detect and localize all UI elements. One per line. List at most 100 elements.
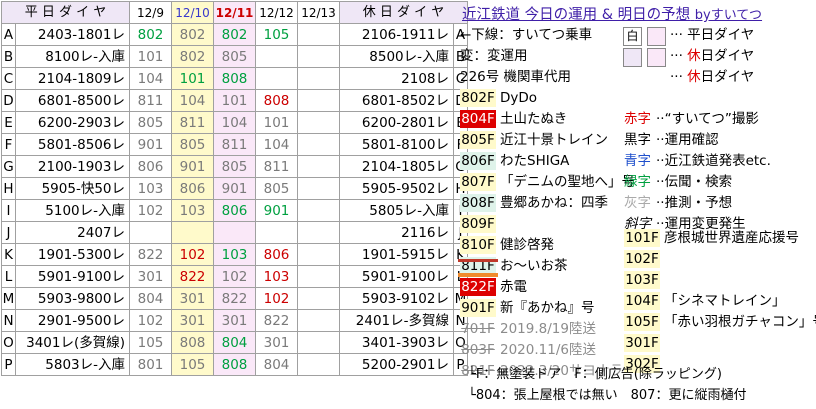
table-row: G2100-1903レ8069018058112104-1805レG [1,155,468,178]
legend-key-pink2 [647,48,666,67]
holiday-diagram: 6801-8502レ [339,89,454,112]
weekday-diagram: 2901-9500レ [15,309,130,332]
color-legend-text: ··近江鉄道発表etc. [656,153,771,169]
holiday-diagram: 1901-5915レ [339,243,454,266]
holiday-diagram: 5805レ-入庫 [339,199,454,222]
train-name: 「デニムの聖地へ」号 [500,174,635,190]
row-letter: L [1,265,16,288]
day-value [171,221,214,244]
train-name: 「シネマトレイン」 [664,293,786,309]
day-value: 105 [129,331,172,354]
day-value: 808 [255,89,298,112]
day-value: 901 [171,155,214,178]
row-letter: G [1,155,16,178]
weekday-header: 平 日 ダ イ ヤ [1,1,130,24]
legend-key-white: 白 [623,27,642,46]
table-body: A 2403-1801レ 802 802 802 105 2106-1911レ A B 8100レ… [1,23,468,376]
table-row: I5100レ-入庫1021038069015805レ-入庫I [1,199,468,222]
day-value: 301 [129,265,172,288]
legend-change-note: 変：変運用 [460,48,528,64]
day-value: 806 [213,199,256,222]
color-legend-key: 黒字 [624,132,651,148]
day-value: 802 [213,23,256,46]
train-name: わたSHIGA [500,153,570,169]
color-legend-key: 灰字 [624,195,651,211]
day-value: 805 [129,111,172,134]
train-number: 102F [624,250,660,268]
day-value: 822 [129,243,172,266]
row-letter: C [1,67,16,90]
legend-loco-note: 226号 機関車代用 [460,69,572,85]
day-value: 105 [171,353,214,376]
highlight-bar [458,259,498,262]
table-row: J2407レ2116レJ [1,221,468,244]
holiday-diagram: 2116レ [339,221,454,244]
legend-key-pink [647,27,666,46]
legend-key-text: ··· 平日ダイヤ [670,27,755,43]
row-letter: N [1,309,16,332]
day-value [297,111,340,134]
day-value [297,45,340,68]
train-number: 301F [624,334,660,352]
train-name: 赤電 [500,279,527,295]
day-value: 103 [255,265,298,288]
day-value [255,67,298,90]
holiday-diagram: 6200-2801レ [339,111,454,134]
weekday-diagram: 6200-2903レ [15,111,130,134]
day-value: 806 [171,177,214,200]
weekday-diagram: 2100-1903レ [15,155,130,178]
table-row: E6200-2903レ8058111041016200-2801レE [1,111,468,134]
table-row: N 2901-9500レ 102 301 301 822 2401レ-多賀線 N [1,309,468,332]
row-letter: O [1,331,16,354]
row-letter: D [1,89,16,112]
row-letter: E [1,111,16,134]
row-letter: F [1,133,16,156]
day-value: 901 [129,133,172,156]
table-row: O 3401レ(多賀線) 105 808 804 301 3401-3903レ O [1,331,468,354]
table-row: H5905-快50レ1038069018055905-9502レH [1,177,468,200]
holiday-diagram: 3401-3903レ [339,331,454,354]
train-name: 彦根城世界遺産応援号 [664,230,799,246]
day-value [297,309,340,332]
day-value: 822 [213,287,256,310]
train-name: 「赤い羽根ガチャコン」号 [664,314,816,330]
day-value [297,243,340,266]
day-value: 801 [129,353,172,376]
day-value: 808 [171,331,214,354]
train-name: お～いお茶 [500,258,568,274]
holiday-diagram: 5903-9102レ [339,287,454,310]
page-title[interactable]: 近江鉄道 今日の運用 & 明日の予想 byすいてつ [462,3,762,24]
day-value: 804 [129,287,172,310]
weekday-diagram: 8100レ-入庫 [15,45,130,68]
day-value: 301 [171,287,214,310]
color-legend-text: ··運用確認 [656,132,719,148]
day-value [297,89,340,112]
holiday-header: 休 日 ダ イ ヤ [339,1,468,24]
page: 平 日 ダ イ ヤ 12/9 12/10 12/11 12/12 12/13 休… [0,0,816,409]
day-value: 822 [171,265,214,288]
day-value: 804 [255,353,298,376]
train-number: 822F [460,278,496,296]
day-value [297,265,340,288]
day-value: 808 [213,67,256,90]
train-name: 2019.8/19陸送 [500,321,596,337]
table-row: D6801-8500レ8111041018086801-8502レD [1,89,468,112]
color-legend-text: ··推測・予想 [656,195,733,211]
table-row: L5901-9100レ3018221021035901-9100レL [1,265,468,288]
holiday-diagram: 8500レ-入庫 [339,45,454,68]
day-value: 101 [213,89,256,112]
day-value [213,221,256,244]
table-row: F5801-8506レ9018058111045801-8100レF [1,133,468,156]
train-name: 2020.11/6陸送 [500,342,596,358]
day-value: 104 [255,133,298,156]
highlight-bar [458,273,498,277]
color-legend-text: ··“すいてつ”撮影 [656,111,759,127]
day-value [129,221,172,244]
table-row: M5903-9800レ8043018221025903-9102レM [1,287,468,310]
day-value: 103 [129,177,172,200]
weekday-diagram: 5901-9100レ [15,265,130,288]
day-value: 301 [255,331,298,354]
weekday-diagram: 2403-1801レ [15,23,130,46]
train-number: 805F [460,131,496,149]
train-number: 901F [460,299,496,317]
